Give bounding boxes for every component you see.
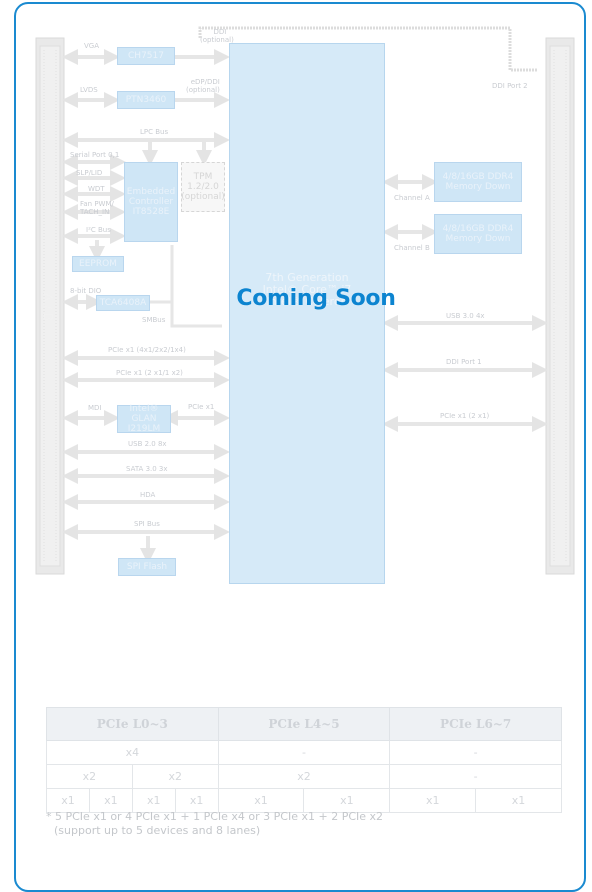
table-cell: x1: [217, 788, 305, 813]
table-cell: x1: [303, 788, 391, 813]
channel-b-label: Channel B: [394, 244, 430, 252]
table-cell: x1: [46, 788, 90, 813]
spi-flash-chip: SPI Flash: [118, 558, 176, 576]
table-cell: -: [389, 740, 562, 765]
pcie-2x1-label: PCIe x1 (2 x1): [440, 412, 490, 420]
footnote: * 5 PCIe x1 or 4 PCIe x1 + 1 PCIe x4 or …: [46, 810, 383, 838]
mem-a-line-1: 4/8/16GB DDR4: [442, 172, 514, 182]
smbus-label: SMBus: [142, 316, 166, 324]
memory-a-chip: 4/8/16GB DDR4 Memory Down: [434, 162, 522, 202]
fan-line-2: TACH_IN: [80, 208, 110, 216]
lvds-label: LVDS: [80, 86, 98, 94]
ddi-optional-label: DDI (optional): [200, 28, 234, 44]
memory-b-chip: 4/8/16GB DDR4 Memory Down: [434, 214, 522, 254]
pcie-x1-4-label: PCIe x1 (4x1/2x2/1x4): [108, 346, 186, 354]
sata-label: SATA 3.0 3x: [126, 465, 168, 473]
wdt-label: WDT: [88, 185, 105, 193]
hda-label: HDA: [140, 491, 156, 499]
pcie-x1-label: PCIe x1: [188, 403, 215, 411]
ec-line-3: IT8528E: [132, 207, 170, 217]
table-row: x4 - -: [46, 740, 562, 765]
glan-line-2: I219LM: [127, 424, 161, 434]
embedded-controller-chip: Embedded Controller IT8528E: [124, 162, 178, 242]
dio-label: 8-bit DIO: [70, 287, 102, 295]
fan-label: Fan PWM/ TACH_IN: [80, 200, 114, 216]
slp-lid-label: SLP/LID: [76, 169, 103, 177]
serial-port-label: Serial Port 0,1: [70, 151, 120, 159]
glan-line-1: Intel® GLAN: [129, 404, 159, 424]
right-connector-label: C / D: [551, 292, 566, 322]
table-cell: x1: [174, 788, 219, 813]
mem-b-line-2: Memory Down: [445, 234, 511, 244]
table-cell: x4: [46, 740, 219, 765]
tca6408a-chip: TCA6408A: [96, 295, 150, 311]
vga-label: VGA: [84, 42, 100, 50]
channel-a-label: Channel A: [394, 194, 430, 202]
ec-line-1: Embedded: [126, 187, 176, 197]
eeprom-chip: EEPROM: [72, 256, 124, 272]
mem-a-line-2: Memory Down: [445, 182, 511, 192]
table-cell: x2: [131, 764, 219, 789]
spi-bus-label: SPI Bus: [134, 520, 160, 528]
lpc-bus-label: LPC Bus: [140, 128, 169, 136]
i2c-bus-label: I²C Bus: [86, 226, 111, 234]
ddi-opt-line-1: DDI: [213, 28, 227, 36]
coming-soon-banner: Coming Soon: [236, 286, 396, 311]
mdi-label: MDI: [88, 404, 102, 412]
ddi-port2-label: DDI Port 2: [492, 82, 528, 90]
ptn3460-chip: PTN3460: [117, 91, 175, 109]
edp-line-2: (optional): [186, 86, 220, 94]
table-row: x2 x2 x2 -: [46, 764, 562, 789]
table-cell: x1: [389, 788, 477, 813]
table-cell: x2: [46, 764, 133, 789]
ddi-opt-line-2: (optional): [200, 36, 234, 44]
left-connector-label: A / B: [41, 292, 56, 322]
footnote-line-1: * 5 PCIe x1 or 4 PCIe x1 + 1 PCIe x4 or …: [46, 810, 384, 823]
cpu-block: [229, 43, 385, 584]
pcie-x1-2-label: PCIe x1 (2 x1/1 x2): [116, 369, 183, 377]
tpm-line-2: 1.2/2.0: [187, 182, 219, 192]
glan-chip: Intel® GLAN I219LM: [117, 404, 171, 434]
ec-line-2: Controller: [128, 197, 174, 207]
table-cell: x2: [217, 764, 391, 789]
usb30-label: USB 3.0 4x: [446, 312, 485, 320]
header-l4-5: PCIe L4~5: [217, 707, 391, 741]
tpm-line-1: TPM: [193, 172, 213, 182]
edp-line-1: eDP/DDI: [190, 78, 220, 86]
table-header-row: PCIe L0~3 PCIe L4~5 PCIe L6~7: [46, 707, 562, 741]
table-row: x1 x1 x1 x1 x1 x1 x1 x1: [46, 788, 562, 813]
table-cell: x1: [131, 788, 176, 813]
table-cell: -: [217, 740, 391, 765]
mem-b-line-1: 4/8/16GB DDR4: [442, 224, 514, 234]
edp-label: eDP/DDI (optional): [186, 78, 220, 94]
ddi-port1-label: DDI Port 1: [446, 358, 482, 366]
table-cell: x1: [475, 788, 562, 813]
ch7517-chip: CH7517: [117, 47, 175, 65]
header-l0-3: PCIe L0~3: [46, 707, 219, 741]
fan-line-1: Fan PWM/: [80, 200, 114, 208]
tpm-line-3: (optional): [181, 192, 225, 202]
pcie-lane-table: PCIe L0~3 PCIe L4~5 PCIe L6~7 x4 - - x2 …: [46, 707, 562, 813]
table-cell: -: [389, 764, 562, 789]
footnote-line-2: (support up to 5 devices and 8 lanes): [54, 824, 261, 837]
usb20-label: USB 2.0 8x: [128, 440, 167, 448]
tpm-chip: TPM 1.2/2.0 (optional): [181, 162, 225, 212]
header-l6-7: PCIe L6~7: [389, 707, 562, 741]
table-cell: x1: [88, 788, 133, 813]
